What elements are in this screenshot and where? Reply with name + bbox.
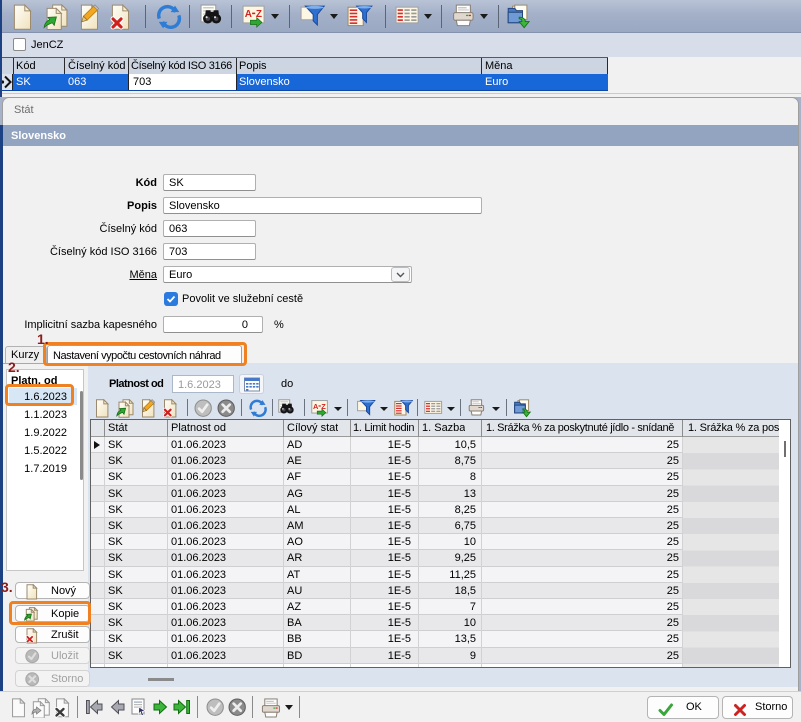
svg-text:A: A bbox=[245, 9, 252, 20]
svg-text:A: A bbox=[313, 402, 319, 411]
